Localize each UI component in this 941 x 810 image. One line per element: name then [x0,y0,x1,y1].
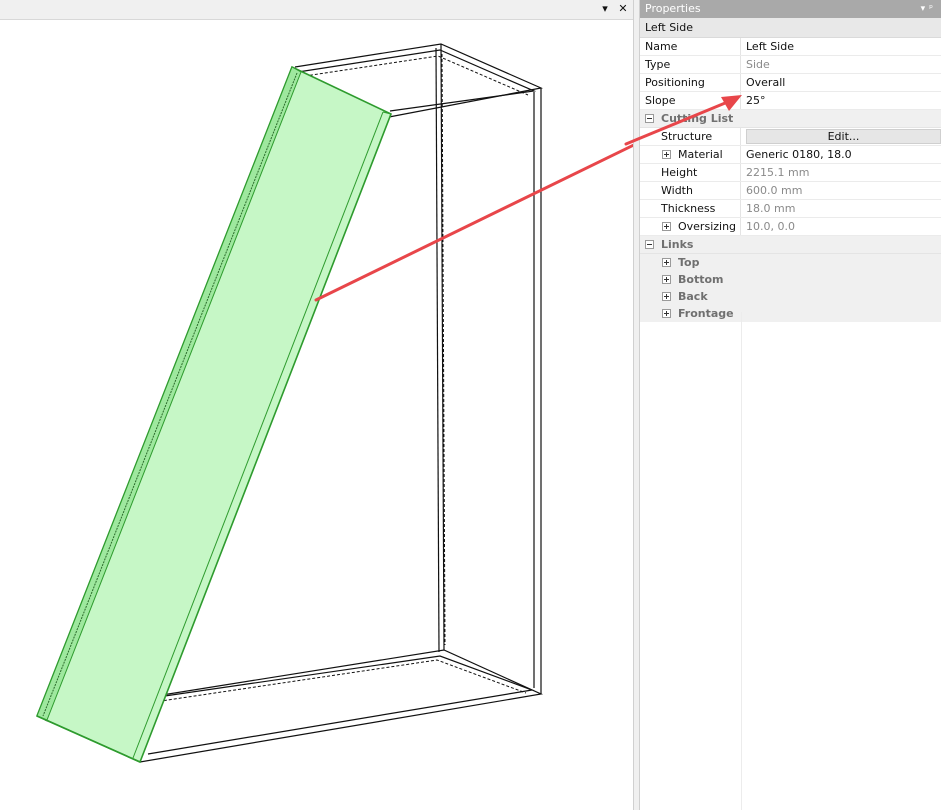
category-label: Cutting List [661,112,734,125]
property-row-name[interactable]: Name Left Side [640,38,941,56]
edit-structure-button[interactable]: Edit... [746,129,941,144]
property-label: Name [640,38,741,55]
panel-splitter[interactable] [633,0,640,810]
column-divider [741,312,742,810]
selected-object-name[interactable]: Left Side [640,18,941,38]
category-cutting-list[interactable]: Cutting List [640,110,941,128]
left-side-panel[interactable] [35,65,393,764]
property-row-width[interactable]: Width 600.0 mm [640,182,941,200]
property-label: Slope [640,92,741,109]
property-value: 10.0, 0.0 [746,220,795,233]
3d-viewport[interactable]: ▾ ✕ [0,0,633,810]
category-links[interactable]: Links [640,236,941,254]
property-row-height[interactable]: Height 2215.1 mm [640,164,941,182]
property-label: Oversizing [640,218,741,235]
property-value: 18.0 mm [746,202,796,215]
property-label: Thickness [640,200,741,217]
property-label-text: Oversizing [678,220,737,233]
property-value: Side [746,58,770,71]
link-label: Bottom [678,273,724,286]
category-label: Links [661,238,694,251]
link-label: Back [678,290,708,303]
expand-icon[interactable] [662,150,671,159]
collapse-icon[interactable] [645,240,654,249]
property-value[interactable]: 25° [742,92,941,109]
property-label: Positioning [640,74,741,91]
property-value: 600.0 mm [746,184,803,197]
property-value[interactable]: Left Side [742,38,941,55]
property-row-material[interactable]: Material Generic 0180, 18.0 [640,146,941,164]
property-label: Type [640,56,741,73]
expand-icon[interactable] [662,292,671,301]
collapse-icon[interactable] [645,114,654,123]
properties-title: Properties [645,2,701,15]
property-value: 2215.1 mm [746,166,810,179]
expand-icon[interactable] [662,258,671,267]
link-item-bottom[interactable]: Bottom [640,271,941,288]
properties-dropdown-icon[interactable]: ▾ [921,4,930,14]
property-label: Width [640,182,741,199]
property-label: Structure [640,128,741,145]
property-grid-empty-area [640,312,941,810]
property-grid: Name Left Side Type Side Positioning Ove… [640,38,941,322]
properties-header: Properties ▾ᵖ [640,0,941,18]
link-label: Top [678,256,700,269]
properties-panel: Properties ▾ᵖ Left Side Name Left Side T… [640,0,941,810]
property-row-structure[interactable]: Structure Edit... [640,128,941,146]
property-label-text: Material [678,148,723,161]
pin-icon[interactable]: ᵖ [929,4,937,14]
property-row-positioning[interactable]: Positioning Overall [640,74,941,92]
property-value[interactable]: Overall [742,74,941,91]
property-label: Height [640,164,741,181]
cabinet-drawing [35,43,633,764]
property-value[interactable]: Generic 0180, 18.0 [742,146,941,163]
property-row-slope[interactable]: Slope 25° [640,92,941,110]
property-label: Material [640,146,741,163]
property-row-oversizing[interactable]: Oversizing 10.0, 0.0 [640,218,941,236]
link-item-back[interactable]: Back [640,288,941,305]
link-item-top[interactable]: Top [640,254,941,271]
property-row-type[interactable]: Type Side [640,56,941,74]
expand-icon[interactable] [662,275,671,284]
expand-icon[interactable] [662,222,671,231]
property-row-thickness[interactable]: Thickness 18.0 mm [640,200,941,218]
